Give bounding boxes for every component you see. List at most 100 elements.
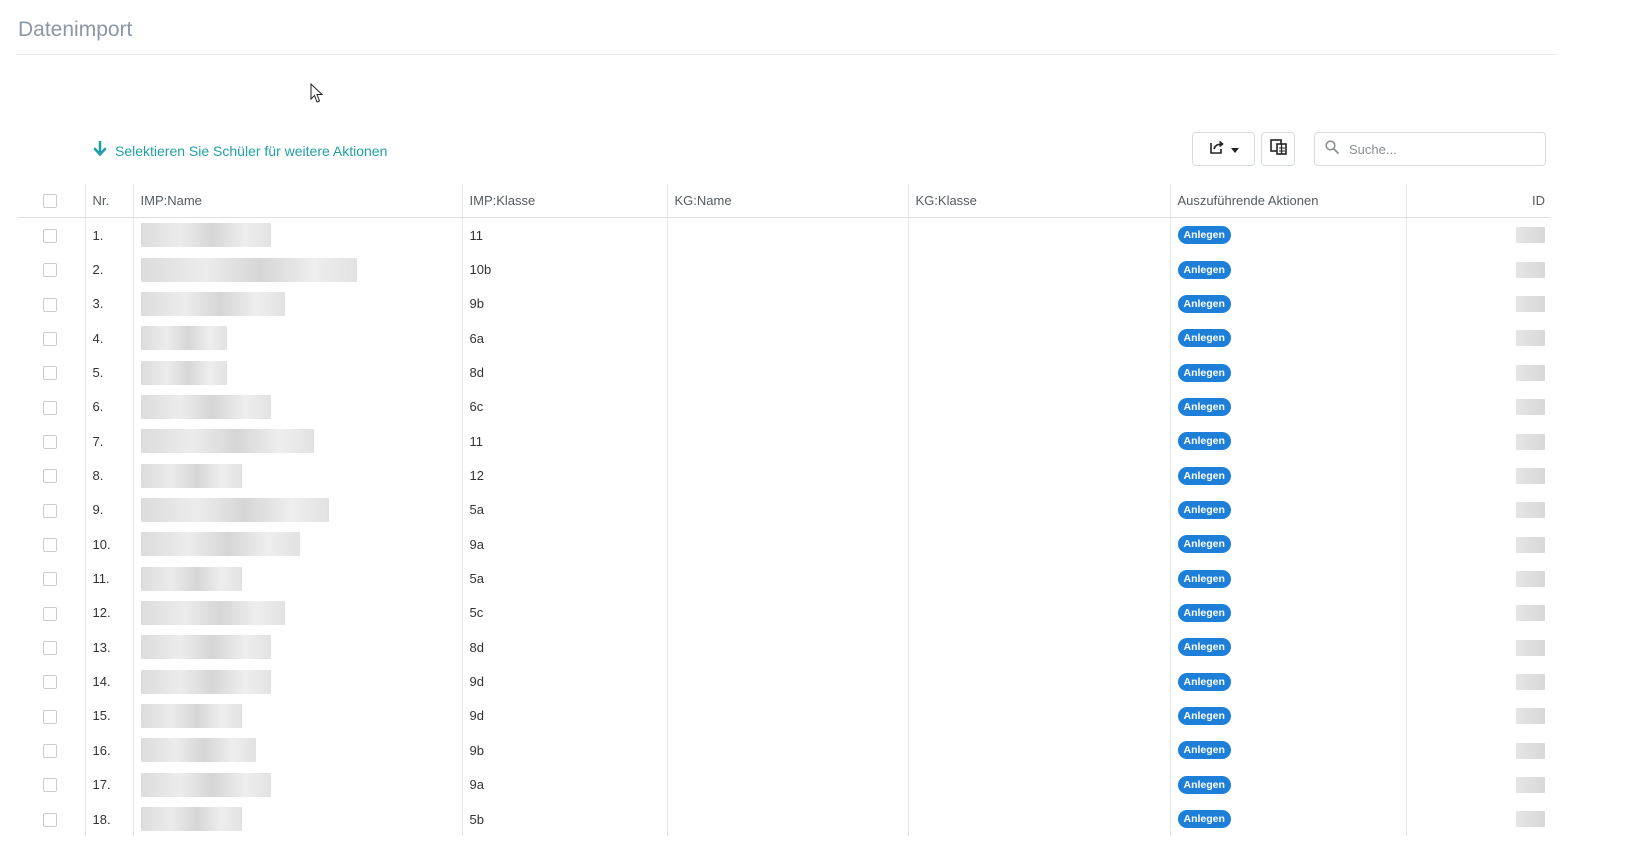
row-checkbox[interactable] <box>43 400 57 415</box>
row-imp-klasse: 5a <box>461 561 667 596</box>
table-row[interactable]: 14. 9d Anlegen <box>17 664 1551 699</box>
column-header-imp-name[interactable]: IMP:Name <box>132 184 462 218</box>
row-id <box>1405 767 1551 802</box>
row-select-cell <box>17 561 85 595</box>
row-checkbox[interactable] <box>43 297 57 312</box>
export-dropdown-button[interactable] <box>1192 132 1255 166</box>
row-actions: Anlegen <box>1169 801 1406 837</box>
row-checkbox[interactable] <box>43 435 57 450</box>
table-row[interactable]: 6. 6c Anlegen <box>17 389 1551 425</box>
row-nr: 3. <box>84 286 133 322</box>
row-imp-name <box>132 767 462 802</box>
row-id <box>1405 595 1551 631</box>
row-imp-klasse: 6c <box>461 389 667 425</box>
row-id <box>1405 801 1551 837</box>
row-kg-name <box>666 527 908 562</box>
table-row[interactable]: 12. 5c Anlegen <box>17 595 1551 631</box>
row-imp-name <box>132 698 462 734</box>
title-divider <box>17 54 1557 55</box>
row-checkbox[interactable] <box>43 778 57 793</box>
row-checkbox[interactable] <box>43 228 57 243</box>
action-badge: Anlegen <box>1177 260 1231 279</box>
row-checkbox[interactable] <box>43 675 57 690</box>
column-header-kg-name[interactable]: KG:Name <box>666 184 908 218</box>
table-row[interactable]: 8. 12 Anlegen <box>17 458 1551 493</box>
row-checkbox[interactable] <box>43 572 57 587</box>
table-row[interactable]: 15. 9d Anlegen <box>17 698 1551 734</box>
redacted-id <box>1516 570 1545 587</box>
search-field[interactable] <box>1314 132 1546 166</box>
row-kg-name <box>666 664 908 699</box>
row-kg-name <box>666 767 908 802</box>
row-checkbox[interactable] <box>43 812 57 827</box>
row-imp-klasse: 9b <box>461 733 667 768</box>
redacted-name <box>140 497 329 522</box>
row-checkbox[interactable] <box>43 366 57 381</box>
row-nr: 1. <box>84 217 133 253</box>
row-kg-name <box>666 355 908 390</box>
row-imp-klasse: 6a <box>461 321 667 356</box>
row-select-cell <box>17 527 85 561</box>
column-header-nr[interactable]: Nr. <box>84 184 133 218</box>
row-checkbox[interactable] <box>43 263 57 278</box>
row-imp-klasse: 12 <box>461 458 667 493</box>
row-checkbox[interactable] <box>43 503 57 518</box>
column-header-actions[interactable]: Auszuführende Aktionen <box>1169 184 1406 218</box>
action-badge: Anlegen <box>1177 638 1231 657</box>
table-row[interactable]: 16. 9b Anlegen <box>17 733 1551 768</box>
row-kg-klasse <box>907 527 1170 562</box>
column-header-imp-klasse[interactable]: IMP:Klasse <box>461 184 667 218</box>
row-checkbox[interactable] <box>43 331 57 346</box>
table-row[interactable]: 7. 11 Anlegen <box>17 424 1551 459</box>
table-row[interactable]: 4. 6a Anlegen <box>17 321 1551 356</box>
redacted-id <box>1516 639 1545 656</box>
page-title: Datenimport <box>18 18 133 41</box>
row-actions: Anlegen <box>1169 527 1406 562</box>
row-kg-name <box>666 801 908 837</box>
row-imp-name <box>132 321 462 356</box>
select-all-checkbox[interactable] <box>43 194 57 209</box>
table-row[interactable]: 17. 9a Anlegen <box>17 767 1551 802</box>
column-header-id[interactable]: ID <box>1405 184 1551 218</box>
column-toggle-button[interactable] <box>1261 132 1295 166</box>
row-checkbox[interactable] <box>43 744 57 759</box>
row-nr: 15. <box>84 698 133 734</box>
row-nr: 9. <box>84 492 133 528</box>
table-row[interactable]: 2. 10b Anlegen <box>17 252 1551 287</box>
redacted-id <box>1516 261 1545 278</box>
row-imp-name <box>132 801 462 837</box>
row-id <box>1405 630 1551 665</box>
table-row[interactable]: 5. 8d Anlegen <box>17 355 1551 390</box>
table-row[interactable]: 1. 11 Anlegen <box>17 217 1551 253</box>
table-row[interactable]: 3. 9b Anlegen <box>17 286 1551 322</box>
row-checkbox[interactable] <box>43 606 57 621</box>
row-imp-name <box>132 595 462 631</box>
row-kg-klasse <box>907 561 1170 596</box>
row-checkbox[interactable] <box>43 469 57 484</box>
row-checkbox[interactable] <box>43 709 57 724</box>
action-badge: Anlegen <box>1177 294 1231 313</box>
table-row[interactable]: 18. 5b Anlegen <box>17 801 1551 837</box>
row-select-cell <box>17 733 85 767</box>
redacted-name <box>140 807 242 832</box>
row-nr: 2. <box>84 252 133 287</box>
column-header-kg-klasse[interactable]: KG:Klasse <box>907 184 1170 218</box>
row-checkbox[interactable] <box>43 538 57 553</box>
row-actions: Anlegen <box>1169 492 1406 528</box>
redacted-id <box>1516 605 1545 622</box>
row-actions: Anlegen <box>1169 767 1406 802</box>
row-nr: 10. <box>84 527 133 562</box>
table-header-row: Nr. IMP:Name IMP:Klasse KG:Name KG:Klass… <box>17 184 1551 218</box>
table-row[interactable]: 13. 8d Anlegen <box>17 630 1551 665</box>
row-imp-name <box>132 355 462 390</box>
row-actions: Anlegen <box>1169 733 1406 768</box>
row-checkbox[interactable] <box>43 641 57 656</box>
redacted-id <box>1516 673 1545 690</box>
search-input[interactable] <box>1347 140 1531 158</box>
table-row[interactable]: 10. 9a Anlegen <box>17 527 1551 562</box>
row-actions: Anlegen <box>1169 698 1406 734</box>
table-row[interactable]: 9. 5a Anlegen <box>17 492 1551 528</box>
table-row[interactable]: 11. 5a Anlegen <box>17 561 1551 596</box>
row-kg-klasse <box>907 630 1170 665</box>
row-imp-name <box>132 527 462 562</box>
